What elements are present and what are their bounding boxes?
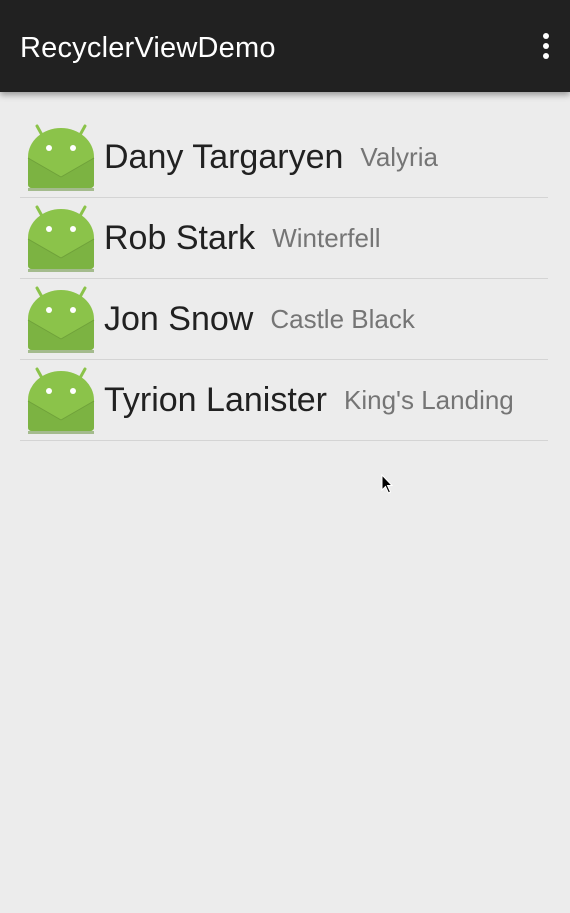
android-icon	[27, 286, 95, 353]
character-name: Rob Stark	[104, 218, 256, 257]
recycler-list[interactable]: Dany Targaryen Valyria Rob Stark Winterf…	[20, 117, 548, 441]
android-icon	[27, 124, 95, 191]
list-item[interactable]: Rob Stark Winterfell	[20, 198, 548, 279]
android-icon	[27, 205, 95, 272]
character-place: Castle Black	[270, 303, 415, 334]
overflow-menu-icon	[543, 53, 549, 59]
app-title: RecyclerViewDemo	[20, 32, 276, 64]
list-item[interactable]: Dany Targaryen Valyria	[20, 117, 548, 198]
overflow-menu-icon	[543, 33, 549, 39]
mouse-pointer-icon	[381, 474, 394, 494]
android-icon	[27, 367, 95, 434]
overflow-menu-button[interactable]	[536, 24, 556, 68]
list-item[interactable]: Tyrion Lanister King's Landing	[20, 360, 548, 441]
screen: RecyclerViewDemo Dany Targaryen Valyria	[0, 0, 570, 913]
character-place: Winterfell	[272, 222, 381, 253]
list-item[interactable]: Jon Snow Castle Black	[20, 279, 548, 360]
character-name: Tyrion Lanister	[104, 380, 327, 419]
character-name: Dany Targaryen	[104, 137, 344, 176]
character-name: Jon Snow	[104, 299, 254, 338]
app-bar: RecyclerViewDemo	[0, 0, 570, 92]
overflow-menu-icon	[543, 43, 549, 49]
character-place: Valyria	[360, 141, 438, 172]
character-place: King's Landing	[344, 384, 514, 415]
